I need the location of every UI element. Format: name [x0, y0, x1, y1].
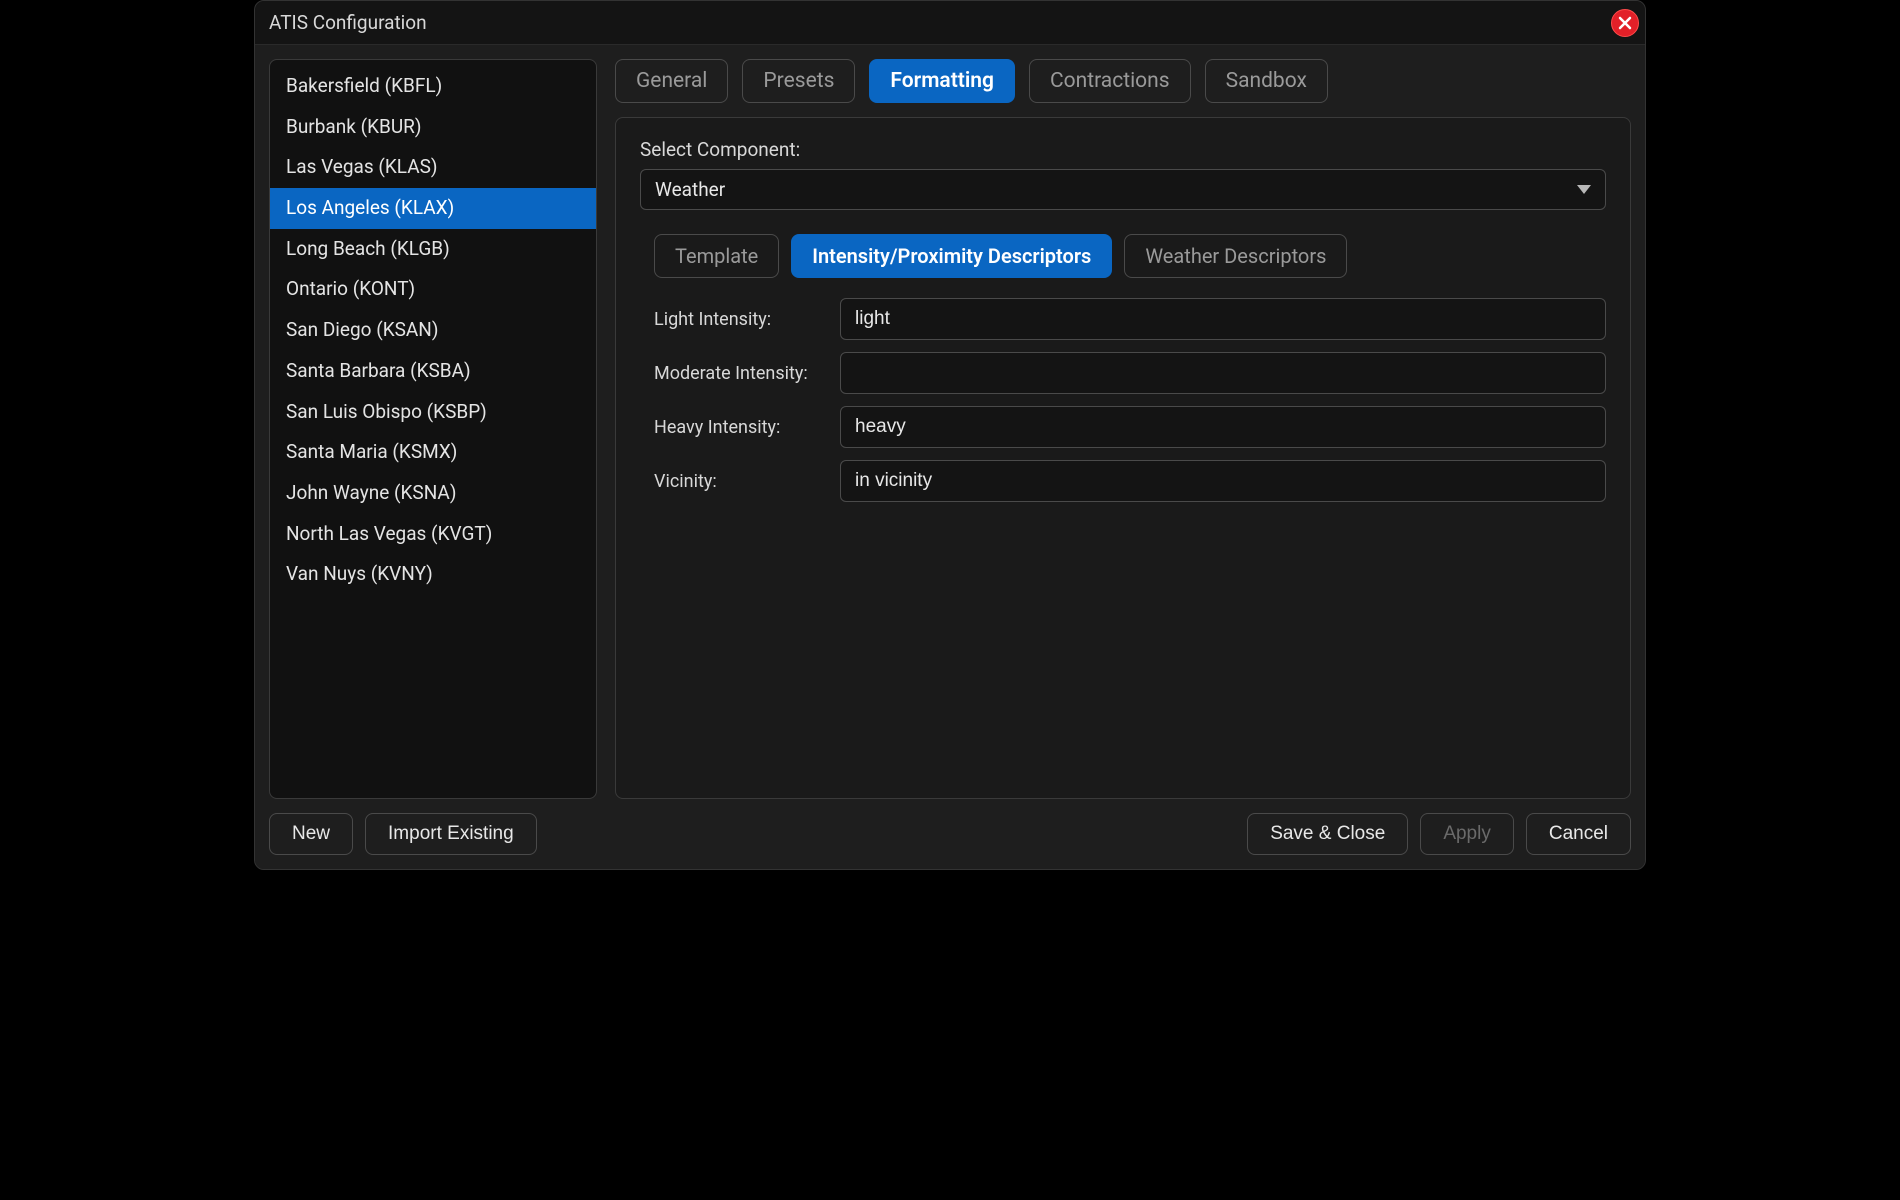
- form-row: Light Intensity:: [640, 298, 1606, 340]
- sidebar-item[interactable]: Ontario (KONT): [270, 269, 596, 310]
- form-input[interactable]: [840, 352, 1606, 394]
- sidebar-item[interactable]: San Luis Obispo (KSBP): [270, 392, 596, 433]
- subtab[interactable]: Weather Descriptors: [1124, 234, 1347, 278]
- component-select-wrap: Weather: [640, 169, 1606, 210]
- station-sidebar[interactable]: Bakersfield (KBFL)Burbank (KBUR)Las Vega…: [269, 59, 597, 799]
- titlebar: ATIS Configuration: [255, 1, 1645, 45]
- main-tabs: General Presets Formatting Contractions Sand…: [615, 59, 1631, 103]
- close-icon: [1618, 16, 1632, 30]
- sidebar-item[interactable]: North Las Vegas (KVGT): [270, 514, 596, 555]
- footer: New Import Existing Save & Close Apply C…: [269, 813, 1631, 855]
- form-row: Heavy Intensity:: [640, 406, 1606, 448]
- window-title: ATIS Configuration: [269, 11, 427, 34]
- save-close-button[interactable]: Save & Close: [1247, 813, 1408, 855]
- form-input[interactable]: [840, 298, 1606, 340]
- footer-right: Save & Close Apply Cancel: [1247, 813, 1631, 855]
- form-label: Vicinity:: [640, 471, 840, 492]
- component-select[interactable]: Weather: [640, 169, 1606, 210]
- sidebar-item[interactable]: San Diego (KSAN): [270, 310, 596, 351]
- form-row: Moderate Intensity:: [640, 352, 1606, 394]
- tab-sandbox[interactable]: Sandbox: [1205, 59, 1328, 103]
- chevron-down-icon: [1577, 185, 1591, 194]
- sidebar-item[interactable]: Santa Barbara (KSBA): [270, 351, 596, 392]
- window-body: Bakersfield (KBFL)Burbank (KBUR)Las Vega…: [255, 45, 1645, 869]
- tab-presets[interactable]: Presets: [742, 59, 855, 103]
- tab-general[interactable]: General: [615, 59, 728, 103]
- form-label: Light Intensity:: [640, 309, 840, 330]
- close-button[interactable]: [1611, 9, 1639, 37]
- sidebar-item[interactable]: Bakersfield (KBFL): [270, 66, 596, 107]
- tab-contractions[interactable]: Contractions: [1029, 59, 1191, 103]
- sidebar-item[interactable]: Los Angeles (KLAX): [270, 188, 596, 229]
- subtab[interactable]: Template: [654, 234, 779, 278]
- descriptor-form: Light Intensity: Moderate Intensity: Heavy…: [640, 298, 1606, 502]
- apply-button[interactable]: Apply: [1420, 813, 1514, 855]
- form-input[interactable]: [840, 460, 1606, 502]
- formatting-subtabs: Template Intensity/Proximity Descriptors W…: [654, 234, 1606, 278]
- import-existing-button[interactable]: Import Existing: [365, 813, 537, 855]
- form-label: Moderate Intensity:: [640, 363, 840, 384]
- sidebar-item[interactable]: Long Beach (KLGB): [270, 229, 596, 270]
- form-input[interactable]: [840, 406, 1606, 448]
- sidebar-item[interactable]: Santa Maria (KSMX): [270, 432, 596, 473]
- form-row: Vicinity:: [640, 460, 1606, 502]
- sidebar-item[interactable]: Burbank (KBUR): [270, 107, 596, 148]
- sidebar-item[interactable]: John Wayne (KSNA): [270, 473, 596, 514]
- footer-left: New Import Existing: [269, 813, 537, 855]
- sidebar-item[interactable]: Van Nuys (KVNY): [270, 554, 596, 595]
- content-row: Bakersfield (KBFL)Burbank (KBUR)Las Vega…: [269, 59, 1631, 799]
- select-component-label: Select Component:: [640, 138, 1606, 161]
- formatting-panel: Select Component: Weather Template Intens…: [615, 117, 1631, 799]
- component-select-value: Weather: [655, 178, 725, 201]
- sidebar-item[interactable]: Las Vegas (KLAS): [270, 147, 596, 188]
- tab-formatting[interactable]: Formatting: [869, 59, 1015, 103]
- form-label: Heavy Intensity:: [640, 417, 840, 438]
- new-button[interactable]: New: [269, 813, 353, 855]
- main-panel: General Presets Formatting Contractions Sand…: [615, 59, 1631, 799]
- atis-config-window: ATIS Configuration Bakersfield (KBFL)Bur…: [254, 0, 1646, 870]
- subtab[interactable]: Intensity/Proximity Descriptors: [791, 234, 1112, 278]
- cancel-button[interactable]: Cancel: [1526, 813, 1631, 855]
